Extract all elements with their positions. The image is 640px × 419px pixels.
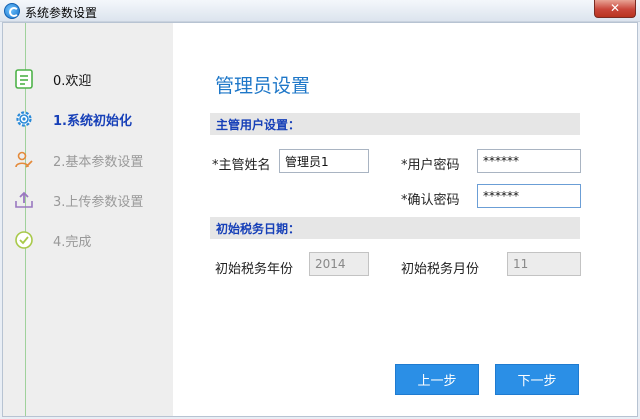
- confirm-password-label: *确认密码: [401, 193, 460, 208]
- close-button[interactable]: ✕: [594, 0, 636, 18]
- step-label: 3.上传参数设置: [53, 195, 144, 210]
- tax-date-section-header: 初始税务日期：: [210, 217, 580, 239]
- app-logo-icon: [4, 3, 20, 19]
- check-icon: [15, 231, 33, 249]
- step-basic-params: 2.基本参数设置: [3, 148, 173, 172]
- prev-button[interactable]: 上一步: [395, 364, 479, 395]
- step-welcome: 0.欢迎: [3, 67, 173, 91]
- window-title: 系统参数设置: [25, 6, 98, 20]
- step-label: 4.完成: [53, 235, 92, 250]
- admin-name-label: *主管姓名: [212, 158, 271, 173]
- section-title: 主管用户设置：: [216, 118, 301, 132]
- section-title: 初始税务日期：: [216, 222, 301, 236]
- step-upload-params: 3.上传参数设置: [3, 188, 173, 212]
- step-label: 2.基本参数设置: [53, 155, 144, 170]
- step-system-init: 1.系统初始化: [3, 107, 173, 131]
- confirm-password-input[interactable]: [477, 184, 581, 208]
- admin-name-input[interactable]: [279, 149, 369, 173]
- step-finish: 4.完成: [3, 228, 173, 252]
- welcome-icon: [15, 69, 33, 89]
- tax-month-label: 初始税务月份: [401, 262, 480, 277]
- dialog-body: 0.欢迎 1.系统初始化 2.基本参数设置 3.上传参数设置 4.完成 管理员设…: [2, 22, 638, 417]
- step-label: 0.欢迎: [53, 74, 92, 89]
- wizard-sidebar: 0.欢迎 1.系统初始化 2.基本参数设置 3.上传参数设置 4.完成: [3, 23, 173, 416]
- admin-section-header: 主管用户设置：: [210, 113, 580, 135]
- next-button[interactable]: 下一步: [495, 364, 579, 395]
- upload-icon: [15, 191, 33, 208]
- tax-year-label: 初始税务年份: [215, 262, 294, 277]
- tax-month-input: [507, 252, 581, 276]
- password-label: *用户密码: [401, 158, 460, 173]
- step-label: 1.系统初始化: [53, 114, 132, 129]
- gear-icon: [16, 111, 32, 127]
- main-panel: 管理员设置 主管用户设置： *主管姓名 *用户密码 *确认密码 初始税务日期： …: [173, 23, 637, 416]
- password-input[interactable]: [477, 149, 581, 173]
- title-bar: 系统参数设置 ✕: [0, 0, 640, 22]
- tax-year-input: [309, 252, 369, 276]
- page-title: 管理员设置: [215, 75, 311, 97]
- user-edit-icon: [15, 151, 33, 168]
